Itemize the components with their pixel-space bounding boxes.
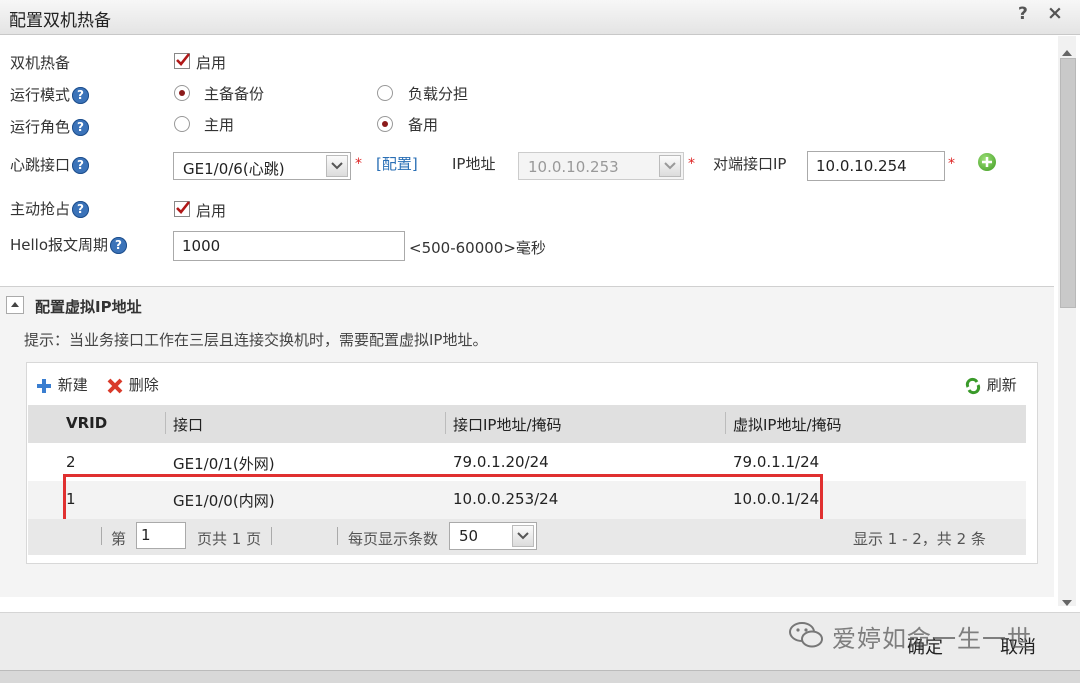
run-mode-active-standby-radio[interactable]	[174, 85, 190, 101]
cell-interface-ip: 79.0.1.20/24	[453, 453, 549, 471]
cell-vrid: 2	[66, 453, 76, 471]
peer-ip-input[interactable]: 10.0.10.254	[807, 151, 945, 181]
pager-total-pages: 页共 1 页	[197, 530, 262, 548]
per-page-select[interactable]: 50	[449, 522, 537, 550]
column-divider	[165, 412, 166, 434]
ip-address-select: 10.0.10.253	[518, 152, 684, 180]
plus-icon	[37, 378, 51, 393]
column-header-interface[interactable]: 接口	[173, 414, 203, 435]
help-icon[interactable]: ?	[72, 87, 90, 104]
per-page-label: 每页显示条数	[348, 530, 439, 548]
run-mode-load-sharing-radio[interactable]	[377, 85, 393, 101]
hot-standby-enable-text: 启用	[196, 54, 227, 72]
run-mode-label: 运行模式?	[10, 84, 90, 105]
run-mode-active-standby-text: 主备备份	[204, 85, 265, 103]
column-header-virtual-ip[interactable]: 虚拟IP地址/掩码	[733, 414, 842, 435]
hot-standby-label: 双机热备	[10, 54, 71, 72]
delete-x-icon	[107, 378, 123, 393]
help-icon[interactable]: ?	[72, 119, 90, 136]
scroll-down-icon[interactable]	[1062, 592, 1072, 610]
dialog-title: 配置双机热备	[9, 11, 111, 31]
refresh-button[interactable]: 刷新	[964, 374, 1017, 395]
required-mark: *	[688, 156, 695, 172]
pager-divider	[337, 527, 338, 545]
close-button[interactable]: ×	[1047, 2, 1063, 24]
preempt-label: 主动抢占?	[10, 198, 90, 219]
scroll-up-icon[interactable]	[1062, 42, 1072, 60]
add-icon[interactable]	[978, 153, 996, 171]
heartbeat-interface-select[interactable]: GE1/0/6(心跳)	[173, 152, 351, 180]
refresh-button-label: 刷新	[986, 376, 1017, 394]
hello-period-label: Hello报文周期?	[10, 234, 128, 255]
hot-standby-checkbox[interactable]	[174, 53, 191, 69]
chevron-down-icon[interactable]	[512, 525, 534, 547]
peer-ip-label: 对端接口IP	[713, 155, 787, 173]
collapse-toggle-icon[interactable]	[6, 296, 24, 314]
run-role-master-radio[interactable]	[174, 116, 190, 132]
dialog-title-bar: 配置双机热备 ? ×	[0, 0, 1080, 35]
help-button[interactable]: ?	[1018, 4, 1028, 24]
highlight-box	[63, 474, 823, 522]
virtual-ip-section-title: 配置虚拟IP地址	[35, 298, 142, 316]
scrollbar-thumb[interactable]	[1060, 58, 1076, 308]
checkmark-icon	[176, 53, 191, 66]
pager-summary: 显示 1 - 2，共 2 条	[853, 530, 986, 548]
page-number-input[interactable]: 1	[136, 522, 186, 549]
hello-period-hint: <500-60000>毫秒	[409, 239, 546, 257]
per-page-value: 50	[459, 527, 479, 545]
cell-virtual-ip: 79.0.1.1/24	[733, 453, 820, 471]
column-header-interface-ip[interactable]: 接口IP地址/掩码	[453, 414, 562, 435]
chevron-down-icon	[659, 155, 681, 177]
window-bottom-edge	[0, 670, 1080, 683]
checkmark-icon	[176, 201, 191, 214]
preempt-enable-text: 启用	[196, 202, 227, 220]
column-divider	[725, 412, 726, 434]
help-icon[interactable]: ?	[110, 237, 128, 254]
column-divider	[445, 412, 446, 434]
ip-address-label: IP地址	[452, 155, 496, 173]
run-role-label: 运行角色?	[10, 116, 90, 137]
new-button[interactable]: 新建	[35, 374, 88, 395]
preempt-checkbox[interactable]	[174, 201, 191, 217]
refresh-icon	[965, 377, 981, 394]
pager-page-prefix: 第	[111, 530, 127, 548]
heartbeat-config-link[interactable]: [配置]	[376, 153, 418, 174]
pager-divider	[101, 527, 102, 545]
run-role-backup-text: 备用	[408, 116, 439, 134]
watermark-text: 爱婷如命一生一世	[832, 625, 1032, 653]
required-mark: *	[355, 156, 362, 172]
delete-button-label: 删除	[128, 376, 159, 394]
pager-divider	[271, 527, 272, 545]
required-mark: *	[948, 156, 955, 172]
heartbeat-interface-value: GE1/0/6(心跳)	[183, 160, 285, 178]
help-icon[interactable]: ?	[72, 201, 90, 218]
delete-button[interactable]: 删除	[106, 374, 159, 395]
run-mode-load-sharing-text: 负载分担	[408, 85, 469, 103]
ip-address-value: 10.0.10.253	[528, 158, 619, 176]
virtual-ip-hint: 提示：当业务接口工作在三层且连接交换机时，需要配置虚拟IP地址。	[24, 331, 488, 349]
help-icon[interactable]: ?	[72, 157, 90, 174]
cell-interface: GE1/0/1(外网)	[173, 455, 275, 473]
hello-period-input[interactable]: 1000	[173, 231, 405, 261]
column-header-vrid[interactable]: VRID	[66, 414, 107, 432]
heartbeat-label: 心跳接口?	[10, 154, 90, 175]
run-role-master-text: 主用	[204, 116, 235, 134]
chevron-down-icon[interactable]	[326, 155, 348, 177]
new-button-label: 新建	[57, 376, 88, 394]
wechat-icon	[788, 620, 824, 650]
run-role-backup-radio[interactable]	[377, 116, 393, 132]
